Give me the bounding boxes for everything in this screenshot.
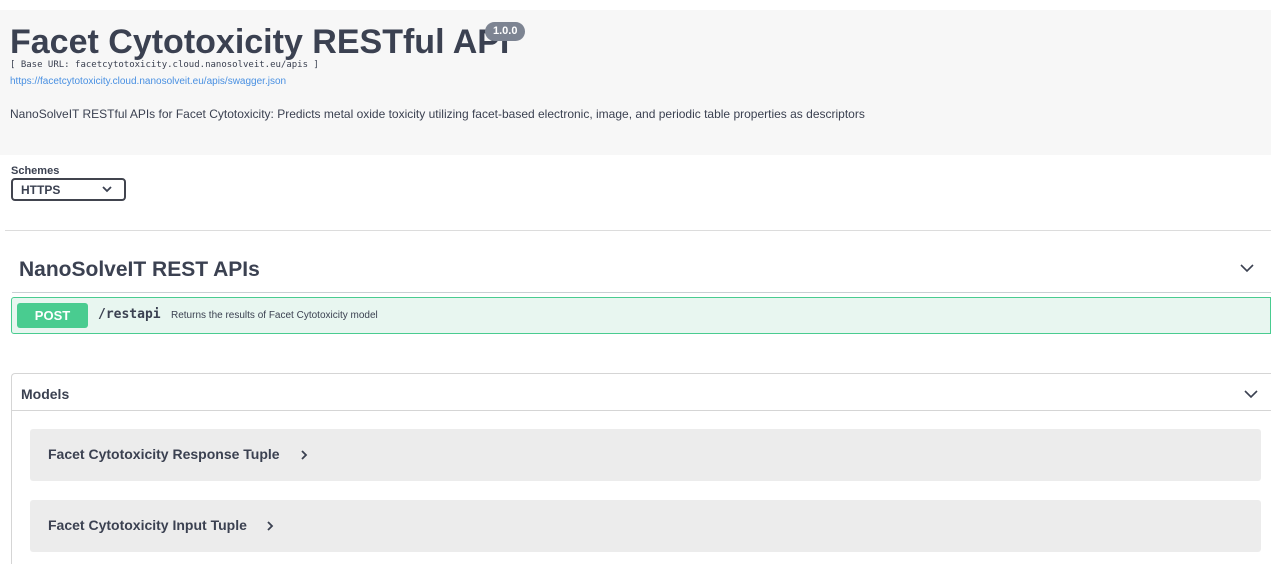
schemes-selected-value: HTTPS: [21, 182, 61, 197]
operation-summary: Returns the results of Facet Cytotoxicit…: [171, 310, 378, 321]
info-section: Facet Cytotoxicity RESTful API 1.0.0 [ B…: [0, 10, 1271, 155]
chevron-down-icon[interactable]: [1243, 388, 1259, 400]
chevron-right-icon: [267, 521, 274, 531]
api-description: NanoSolveIT RESTful APIs for Facet Cytot…: [10, 107, 865, 121]
model-item[interactable]: Facet Cytotoxicity Input Tuple: [30, 500, 1261, 552]
operation-path: /restapi: [98, 307, 161, 322]
model-item[interactable]: Facet Cytotoxicity Response Tuple: [30, 429, 1261, 481]
model-name: Facet Cytotoxicity Input Tuple: [48, 517, 247, 533]
tag-title[interactable]: NanoSolveIT REST APIs: [19, 258, 260, 282]
section-divider: [5, 230, 1271, 231]
method-badge: POST: [17, 303, 88, 328]
models-title[interactable]: Models: [21, 386, 69, 402]
tag-divider: [12, 292, 1271, 293]
schemes-label: Schemes: [11, 165, 60, 177]
model-name: Facet Cytotoxicity Response Tuple: [48, 446, 280, 462]
schemes-select[interactable]: HTTPS: [11, 178, 126, 201]
version-badge: 1.0.0: [485, 22, 526, 41]
api-title: Facet Cytotoxicity RESTful API: [10, 23, 510, 61]
swagger-json-link[interactable]: https://facetcytotoxicity.cloud.nanosolv…: [10, 76, 286, 87]
post-restapi-operation[interactable]: POST /restapi Returns the results of Fac…: [11, 297, 1271, 334]
models-section: Models Facet Cytotoxicity Response Tuple…: [11, 373, 1271, 564]
models-divider: [12, 410, 1271, 411]
base-url: [ Base URL: facetcytotoxicity.cloud.nano…: [10, 60, 319, 70]
chevron-down-icon[interactable]: [1239, 262, 1255, 274]
chevron-right-icon: [301, 450, 308, 460]
chevron-down-icon: [102, 186, 112, 193]
